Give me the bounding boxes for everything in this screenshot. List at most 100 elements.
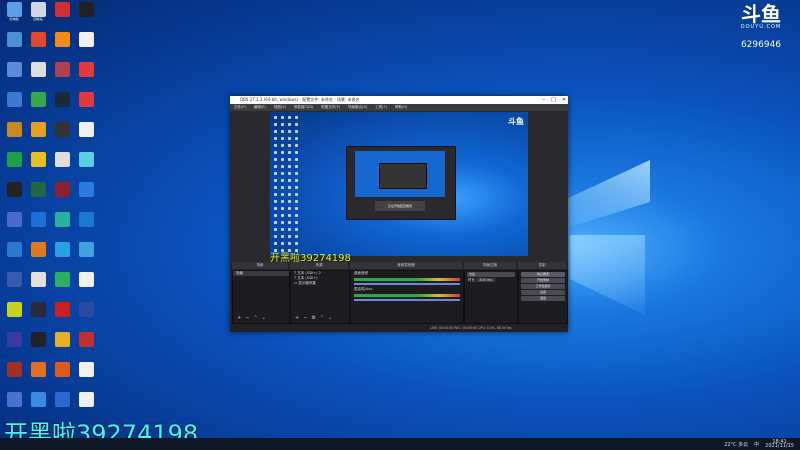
desktop-icon[interactable] [2,332,26,347]
desktop-icon[interactable] [2,362,26,377]
desktop-icon[interactable] [2,92,26,107]
remove-icon[interactable]: − [303,315,307,321]
menu-tools[interactable]: 工具(T) [375,104,387,111]
desktop-icon[interactable] [2,212,26,227]
scenes-panel[interactable]: 场景 + − ⌃ ⌄ [232,270,290,324]
gear-icon[interactable]: ⚙ [311,315,315,321]
down-icon[interactable]: ⌄ [262,315,266,321]
stop-streaming-button[interactable]: 停止推流 [521,272,565,277]
desktop-icon[interactable] [2,272,26,287]
volume-slider[interactable] [354,283,460,285]
desktop-icon[interactable] [26,212,50,227]
transition-select[interactable]: 淡出 [467,272,515,277]
desktop-icon[interactable] [2,392,26,407]
desktop-icon[interactable] [50,302,74,317]
close-icon[interactable]: ✕ [562,96,566,104]
desktop-icon[interactable] [74,92,98,107]
desktop-icon[interactable] [50,242,74,257]
app-icon [6,152,22,167]
desktop-icon-grid: 此电脑 回收站 [0,0,94,436]
menu-edit[interactable]: 编辑(E) [254,104,266,111]
desktop-icon[interactable] [74,302,98,317]
desktop-icon[interactable] [74,62,98,77]
desktop-icon[interactable] [26,122,50,137]
up-icon[interactable]: ⌃ [320,315,324,321]
desktop-icon[interactable] [26,302,50,317]
desktop-icon[interactable] [74,32,98,47]
volume-slider[interactable] [354,299,460,301]
desktop-icon[interactable] [74,2,98,17]
desktop-icon[interactable] [74,362,98,377]
desktop-icon[interactable] [50,92,74,107]
menu-profile[interactable]: 配置文件(P) [321,104,340,111]
obs-titlebar[interactable]: OBS 27.1.3 (64-bit, windows) - 配置文件: 未命名… [230,96,568,104]
minimize-icon[interactable]: – [543,96,546,104]
input-language[interactable]: 中 [754,441,759,448]
desktop-icon[interactable] [50,122,74,137]
obs-window[interactable]: OBS 27.1.3 (64-bit, windows) - 配置文件: 未命名… [230,96,568,332]
weather-widget[interactable]: 22°C 多云 [724,441,748,448]
maximize-icon[interactable]: □ [551,96,556,104]
remove-icon[interactable]: − [245,315,249,321]
desktop-icon[interactable] [2,122,26,137]
desktop-icon[interactable] [26,392,50,407]
scene-item[interactable]: 场景 [233,271,289,276]
desktop-icon[interactable] [26,62,50,77]
desktop-icon[interactable] [26,182,50,197]
source-item[interactable]: ▭ 显示器采集 [291,281,349,286]
desktop-icon[interactable] [74,392,98,407]
desktop-icon[interactable] [2,62,26,77]
sources-panel[interactable]: T 文本 (GDI+) 2 T 文本 (GDI+) ▭ 显示器采集 + − ⚙ ⌃ ⌄ [290,270,350,324]
nested-obs-preview: 正在开始配置推流 [346,146,456,220]
desktop-icon[interactable] [50,362,74,377]
desktop-icon[interactable] [2,32,26,47]
down-icon[interactable]: ⌄ [328,315,332,321]
desktop-icon[interactable] [74,152,98,167]
desktop-icon[interactable] [2,302,26,317]
desktop-icon[interactable] [2,182,26,197]
duration-input[interactable]: 300 ms [476,278,496,282]
desktop-icon[interactable] [26,332,50,347]
clock[interactable]: 18:41 2021/11/15 [765,440,794,449]
add-icon[interactable]: + [295,315,299,321]
menu-view[interactable]: 视图(V) [274,104,286,111]
desktop-icon[interactable] [26,92,50,107]
desktop-icon[interactable] [74,332,98,347]
desktop-icon[interactable] [26,242,50,257]
desktop-icon[interactable] [2,152,26,167]
desktop-icon[interactable] [50,62,74,77]
desktop-icon[interactable] [26,362,50,377]
settings-button[interactable]: 设置 [521,290,565,295]
desktop-icon[interactable] [74,272,98,287]
desktop-icon[interactable] [26,152,50,167]
obs-preview-canvas[interactable]: 斗鱼 正在开始配置推流 [270,112,528,256]
desktop-icon[interactable] [2,242,26,257]
desktop-icon[interactable] [50,392,74,407]
desktop-icon[interactable]: 回收站 [26,2,50,21]
desktop-icon[interactable] [50,32,74,47]
desktop-icon[interactable] [74,212,98,227]
up-icon[interactable]: ⌃ [253,315,257,321]
desktop-icon[interactable] [50,332,74,347]
add-icon[interactable]: + [237,315,241,321]
desktop-icon[interactable] [74,122,98,137]
studio-mode-button[interactable]: 工作室模式 [521,284,565,289]
desktop-icon[interactable] [50,272,74,287]
exit-button[interactable]: 退出 [521,296,565,301]
app-icon [30,2,46,17]
start-recording-button[interactable]: 开始录制 [521,278,565,283]
menu-file[interactable]: 文件(F) [234,104,246,111]
desktop-icon[interactable] [50,152,74,167]
desktop-icon[interactable] [50,212,74,227]
duration-label: 时长 [468,278,475,282]
desktop-icon[interactable] [26,272,50,287]
desktop-icon[interactable]: 此电脑 [2,2,26,21]
desktop-icon[interactable] [50,182,74,197]
desktop-icon[interactable] [74,242,98,257]
menu-help[interactable]: 帮助(H) [395,104,407,111]
menu-docks[interactable]: 停靠窗口(D) [294,104,313,111]
desktop-icon[interactable] [26,32,50,47]
desktop-icon[interactable] [74,182,98,197]
desktop-icon[interactable] [50,2,74,17]
menu-scene-collection[interactable]: 场景集合(S) [348,104,367,111]
